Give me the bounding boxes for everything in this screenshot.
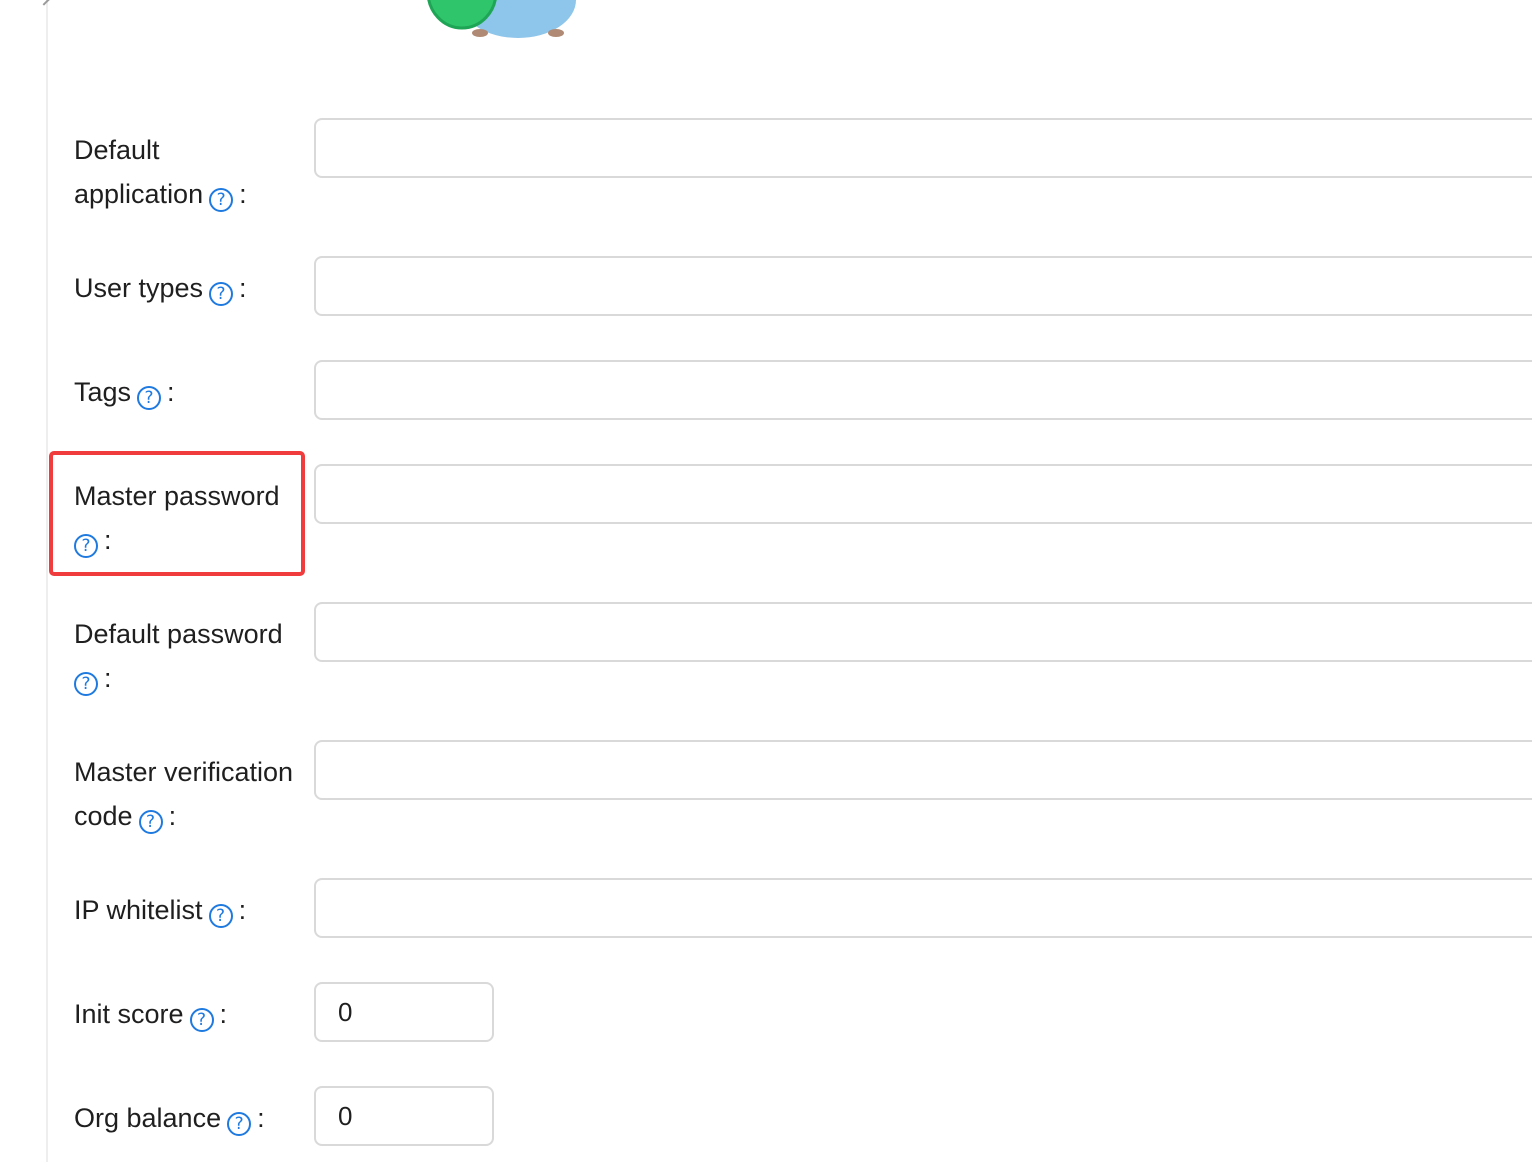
label-text: User types [74,273,204,303]
mascot-illustration [427,0,576,38]
label-colon: : [167,377,175,407]
tags-select[interactable] [314,360,1532,420]
default-application-select[interactable] [314,118,1532,178]
ip-whitelist-input[interactable] [314,878,1532,938]
left-sidebar-edge [0,0,50,1162]
label-text: code [74,801,133,831]
default-password-input[interactable] [314,602,1532,662]
collapse-chevron-icon[interactable] [38,0,50,6]
question-circle-icon[interactable]: ? [74,672,98,696]
tags-label: Tags?: [74,370,310,414]
org-balance-input[interactable] [314,1086,494,1146]
default-application-label: Default application?: [74,128,310,216]
question-circle-icon[interactable]: ? [137,386,162,410]
question-circle-icon[interactable]: ? [189,1008,214,1032]
label-text: Init score [74,999,184,1029]
question-circle-icon[interactable]: ? [227,1112,252,1136]
label-colon: : [238,895,247,925]
label-colon: : [219,999,228,1029]
label-colon: : [168,801,177,831]
label-text: Tags [74,377,132,407]
label-text: IP whitelist [74,895,203,925]
label-colon: : [239,179,247,209]
ip-whitelist-label: IP whitelist?: [74,888,310,932]
master-password-input[interactable] [314,464,1532,524]
label-colon: : [239,273,247,303]
org-balance-label: Org balance?: [74,1096,310,1140]
default-password-label: Default password ?: [74,612,310,700]
master-verification-code-label: Master verification code?: [74,750,314,838]
question-circle-icon[interactable]: ? [209,282,234,306]
init-score-input[interactable] [314,982,494,1042]
question-circle-icon[interactable]: ? [209,188,234,212]
label-text: application [74,179,204,209]
label-text: Org balance [74,1103,222,1133]
label-colon: : [257,1103,265,1133]
label-colon: : [104,663,112,693]
label-text: Master verification [74,757,294,787]
init-score-label: Init score?: [74,992,310,1036]
organization-edit-form-page: Default application?: User types?: Tags?… [0,0,1532,1162]
master-verification-code-input[interactable] [314,740,1532,800]
label-text: Default [74,135,160,165]
question-circle-icon[interactable]: ? [138,810,163,834]
label-text: Default password [74,619,283,649]
highlight-annotation-box [49,451,305,576]
user-types-label: User types?: [74,266,310,310]
user-types-select[interactable] [314,256,1532,316]
question-circle-icon[interactable]: ? [208,904,233,928]
